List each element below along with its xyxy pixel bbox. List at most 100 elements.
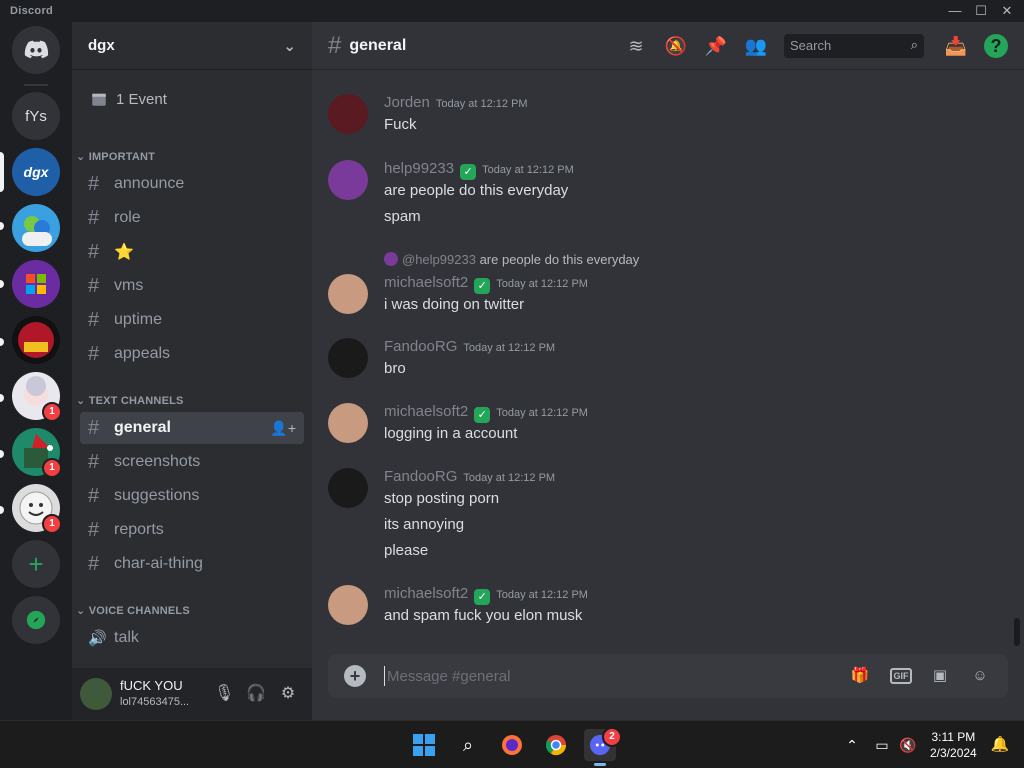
- active-app-indicator: [594, 763, 606, 766]
- message-timestamp: Today at 12:12 PM: [482, 164, 574, 176]
- notification-badge: 1: [42, 514, 62, 534]
- unread-pill: [0, 506, 4, 514]
- category-text-channels[interactable]: ⌄ TEXT CHANNELS: [76, 394, 184, 407]
- channel-appeals[interactable]: # appeals: [80, 338, 304, 370]
- channel-star[interactable]: # ⭐: [80, 236, 304, 268]
- start-windows-icon[interactable]: [408, 729, 440, 761]
- system-clock[interactable]: 3:11 PM 2/3/2024: [930, 729, 977, 761]
- server-header[interactable]: dgx ⌄: [72, 22, 312, 70]
- server-windows[interactable]: [12, 260, 60, 308]
- author-avatar[interactable]: [328, 585, 368, 625]
- message-author[interactable]: Jorden: [384, 94, 430, 111]
- category-voice-channels[interactable]: ⌄ VOICE CHANNELS: [76, 604, 190, 617]
- message-timestamp: Today at 12:12 PM: [435, 98, 528, 110]
- title-bar: Discord — ☐ ✕: [0, 0, 1024, 22]
- home-button[interactable]: [12, 26, 60, 74]
- server-messenger[interactable]: [12, 204, 60, 252]
- unread-pill: [0, 280, 4, 288]
- help-icon[interactable]: ?: [984, 34, 1008, 58]
- events-button[interactable]: 1 Event: [80, 82, 304, 116]
- message-author[interactable]: help99233: [384, 160, 454, 177]
- channel-suggestions[interactable]: # suggestions: [80, 480, 304, 512]
- attach-plus-icon[interactable]: +: [344, 665, 366, 687]
- close-button[interactable]: ✕: [994, 2, 1020, 20]
- channel-general[interactable]: # general 👤+: [80, 412, 304, 444]
- channel-char-ai-thing[interactable]: # char-ai-thing: [80, 548, 304, 580]
- server-dgx[interactable]: dgx: [12, 148, 60, 196]
- message-author[interactable]: michaelsoft2: [384, 585, 468, 602]
- reply-author: @help99233: [402, 252, 476, 267]
- search-icon[interactable]: ⌕: [452, 729, 484, 761]
- channel-vms[interactable]: # vms: [80, 270, 304, 302]
- channel-announce[interactable]: # announce: [80, 168, 304, 200]
- user-panel: fUCK YOU lol74563475... 🎙 🎧 ⚙: [72, 668, 312, 720]
- explore-servers-button[interactable]: [12, 596, 60, 644]
- hash-icon: #: [88, 416, 100, 439]
- sticker-icon[interactable]: ▣: [928, 664, 952, 688]
- reply-avatar-icon: [384, 252, 398, 266]
- channel-name: general: [114, 419, 171, 436]
- mute-bell-icon[interactable]: 🔕: [664, 34, 688, 58]
- volume-muted-icon[interactable]: 🔇: [892, 729, 924, 761]
- channel-reports[interactable]: # reports: [80, 514, 304, 546]
- message-text: spam: [384, 208, 421, 225]
- clock-date: 2/3/2024: [930, 746, 977, 760]
- category-label: TEXT CHANNELS: [88, 395, 184, 407]
- reply-reference[interactable]: @help99233 are people do this everyday: [384, 252, 639, 267]
- author-avatar[interactable]: [328, 274, 368, 314]
- microphone-icon[interactable]: 🎙: [214, 684, 234, 704]
- pinned-messages-icon[interactable]: 📌: [704, 34, 728, 58]
- chevron-up-icon[interactable]: ⌃: [836, 729, 868, 761]
- minimize-button[interactable]: —: [942, 2, 968, 20]
- author-avatar[interactable]: [328, 160, 368, 200]
- headphones-icon[interactable]: 🎧: [246, 684, 266, 704]
- events-label: 1 Event: [116, 90, 167, 108]
- settings-gear-icon[interactable]: ⚙: [278, 684, 298, 704]
- user-info[interactable]: fUCK YOU lol74563475...: [120, 678, 189, 710]
- author-avatar[interactable]: [328, 338, 368, 378]
- selected-server-pill: [0, 152, 4, 192]
- app-title: Discord: [10, 5, 54, 17]
- messenger-people-icon: [22, 216, 52, 246]
- message-author[interactable]: michaelsoft2: [384, 403, 468, 420]
- inbox-icon[interactable]: 📥: [944, 34, 968, 58]
- channel-uptime[interactable]: # uptime: [80, 304, 304, 336]
- channel-screenshots[interactable]: # screenshots: [80, 446, 304, 478]
- server-red[interactable]: [12, 316, 60, 364]
- message-author[interactable]: FandooRG: [384, 468, 457, 485]
- message-timestamp: Today at 12:12 PM: [496, 278, 588, 290]
- add-server-button[interactable]: +: [12, 540, 60, 588]
- calendar-icon: [92, 93, 106, 106]
- server-fys[interactable]: fYs: [12, 92, 60, 140]
- author-avatar[interactable]: [328, 94, 368, 134]
- threads-icon[interactable]: ≋: [624, 34, 648, 58]
- member-list-icon[interactable]: 👥: [744, 34, 768, 58]
- firefox-icon[interactable]: [496, 729, 528, 761]
- server-list: fYs dgx 1 1 1 +: [0, 22, 72, 720]
- message-author[interactable]: FandooRG: [384, 338, 457, 355]
- gif-button[interactable]: GIF: [890, 668, 912, 684]
- category-important[interactable]: ⌄ IMPORTANT: [76, 150, 155, 163]
- chrome-icon[interactable]: [540, 729, 572, 761]
- server-name: dgx: [88, 37, 115, 54]
- notification-bell-icon[interactable]: 🔔: [984, 729, 1016, 761]
- channel-name: reports: [114, 521, 164, 538]
- message-input[interactable]: [384, 666, 824, 686]
- maximize-button[interactable]: ☐: [968, 2, 994, 20]
- chat-area: # general ≋ 🔕 📌 👥 Search ⌕ 📥 ? Jorden Tod…: [312, 22, 1024, 720]
- author-avatar[interactable]: [328, 403, 368, 443]
- user-avatar[interactable]: [80, 678, 112, 710]
- gift-icon[interactable]: 🎁: [848, 664, 872, 688]
- chat-scrollbar[interactable]: [1014, 618, 1020, 646]
- invite-member-icon[interactable]: 👤+: [270, 420, 296, 437]
- emoji-icon[interactable]: ☺: [968, 664, 992, 688]
- channel-role[interactable]: # role: [80, 202, 304, 234]
- red-helmet-icon: [18, 322, 54, 358]
- author-avatar[interactable]: [328, 468, 368, 508]
- search-icon: ⌕: [910, 37, 918, 52]
- message-text: its annoying: [384, 516, 465, 533]
- search-input[interactable]: Search ⌕: [784, 34, 924, 58]
- voice-channel-talk[interactable]: 🔊 talk: [80, 622, 304, 654]
- message-author[interactable]: michaelsoft2: [384, 274, 468, 291]
- channel-name: suggestions: [114, 487, 200, 504]
